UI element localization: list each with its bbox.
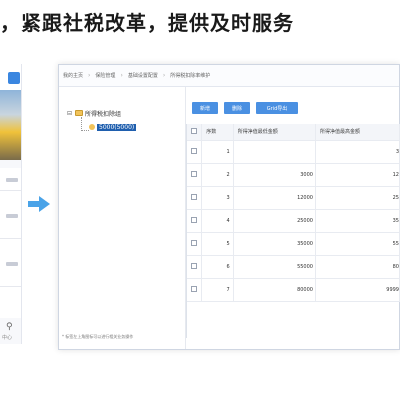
row-checkbox[interactable] — [187, 209, 203, 233]
table-cell: 3 — [201, 186, 234, 210]
table-cell: 55 — [315, 232, 400, 256]
row-checkbox[interactable] — [187, 278, 203, 302]
row-checkbox[interactable] — [187, 232, 203, 256]
search-icon: ⚲ — [6, 322, 13, 332]
tree-node-root[interactable]: ⊟ 所得税扣除组 — [67, 107, 121, 119]
mobile-list — [0, 168, 21, 318]
chevron-right-icon: › — [162, 72, 166, 79]
table-cell: 12000 — [233, 186, 316, 210]
row-checkbox[interactable] — [187, 163, 203, 187]
row-checkbox[interactable] — [187, 255, 203, 279]
table-cell: 6 — [201, 255, 234, 279]
leaf-icon — [89, 124, 95, 130]
table-cell: 55000 — [233, 255, 316, 279]
data-grid: 序数 所得净值最低金额 所得净值最高金额 1 3 2 3000 12 3 12000 25 4 2… — [186, 124, 400, 338]
breadcrumb: 我的主页 › 保险管理 › 基础设置配置 › 所得税扣除率维护 — [59, 65, 399, 87]
table-cell: 5 — [201, 232, 234, 256]
slide-headline: ，紧跟社税改革，提供及时服务 — [0, 11, 294, 35]
table-cell: 12 — [315, 163, 400, 187]
mobile-list-text — [6, 178, 18, 182]
column-header[interactable]: 所得净值最低金额 — [233, 124, 316, 141]
mobile-divider — [0, 238, 21, 239]
table-cell: 25000 — [233, 209, 316, 233]
table-row[interactable]: 6 55000 80 — [187, 255, 400, 279]
mobile-menu-icon — [8, 72, 20, 84]
table-cell: 3000 — [233, 163, 316, 187]
mobile-list-text — [6, 214, 18, 218]
tree-node-label: 5000(5000) — [97, 123, 137, 131]
table-row[interactable]: 13 — [187, 140, 400, 164]
mobile-divider — [0, 286, 21, 287]
chevron-right-icon: › — [88, 72, 91, 79]
breadcrumb-item[interactable]: 我的主页 — [63, 72, 83, 79]
table-cell: 35000 — [233, 232, 316, 256]
table-row[interactable]: 4 25000 35 — [187, 209, 400, 233]
table-row[interactable]: 3 12000 25 — [187, 186, 400, 210]
category-tree: ⊟ 所得税扣除组 5000(5000) — [61, 95, 183, 345]
tree-node-label: 所得税扣除组 — [85, 110, 122, 118]
mobile-divider — [0, 190, 21, 191]
table-cell: 7 — [201, 278, 234, 302]
table-row[interactable]: 5 35000 55 — [187, 232, 400, 256]
table-row[interactable]: 2 3000 12 — [187, 163, 400, 187]
column-header[interactable]: 所得净值最高金额 — [315, 124, 400, 141]
mobile-list-text — [6, 262, 18, 266]
deduction-table: 序数 所得净值最低金额 所得净值最高金额 1 3 2 3000 12 3 12000 25 4 2… — [187, 124, 400, 302]
row-checkbox[interactable] — [187, 186, 203, 210]
mobile-banner-image — [0, 90, 21, 160]
collapse-icon[interactable]: ⊟ — [67, 110, 75, 117]
grid-export-button[interactable]: Grid导出 — [256, 102, 298, 114]
table-header-row: 序数 所得净值最低金额 所得净值最高金额 — [187, 124, 400, 141]
row-checkbox[interactable] — [187, 140, 203, 164]
breadcrumb-item[interactable]: 保险管理 — [95, 72, 115, 79]
column-header[interactable]: 序数 — [201, 124, 234, 141]
mobile-app-preview: ⚲ 中心 — [0, 64, 22, 344]
table-cell: 1 — [201, 140, 234, 164]
delete-button[interactable]: 删除 — [224, 102, 250, 114]
table-cell: 2 — [201, 163, 234, 187]
table-cell: 3 — [315, 140, 400, 164]
folder-icon — [75, 110, 83, 116]
select-all-checkbox[interactable] — [187, 124, 203, 141]
table-row[interactable]: 7 80000 9999 — [187, 278, 400, 302]
table-cell: 9999 — [315, 278, 400, 302]
table-cell: 80000 — [233, 278, 316, 302]
slide: ，紧跟社税改革，提供及时服务 ⚲ 中心 我的主页 › 保险管理 › 基础设置配置… — [0, 0, 400, 400]
mobile-tab-label: 中心 — [2, 335, 13, 341]
table-cell: 4 — [201, 209, 234, 233]
chevron-right-icon: › — [120, 72, 123, 79]
table-cell: 35 — [315, 209, 400, 233]
arrow-right-icon — [28, 196, 50, 212]
table-cell: 80 — [315, 255, 400, 279]
breadcrumb-item[interactable]: 基础设置配置 — [128, 72, 158, 79]
table-cell — [233, 140, 316, 164]
footer-note: * 标签左上角图标可以进行相关业务操作 — [62, 334, 134, 339]
tree-connector — [81, 117, 89, 131]
add-button[interactable]: 新增 — [192, 102, 218, 114]
table-cell: 25 — [315, 186, 400, 210]
tree-node-child[interactable]: 5000(5000) — [89, 121, 137, 133]
breadcrumb-item[interactable]: 所得税扣除率维护 — [170, 72, 210, 79]
mobile-header — [0, 64, 21, 90]
